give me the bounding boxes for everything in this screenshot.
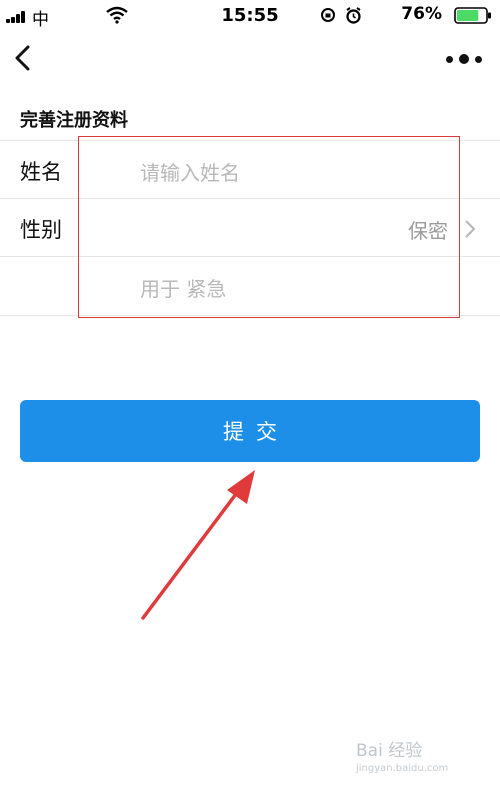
chevron-right-icon	[465, 220, 476, 238]
watermark-sub: jingyan.baidu.com	[356, 763, 449, 774]
rotation-lock-icon	[321, 8, 335, 22]
annotation-arrow-icon	[141, 470, 255, 620]
name-label: 姓名	[20, 160, 62, 184]
battery-icon	[454, 7, 491, 24]
annotation-highlight-box	[78, 136, 460, 318]
alarm-icon	[346, 7, 361, 24]
battery-percent: 76%	[401, 4, 442, 24]
watermark-text: Bai 经验	[356, 741, 423, 761]
status-bar: 中 15:55 76%	[0, 0, 500, 32]
back-chevron-icon[interactable]	[12, 44, 34, 72]
more-menu-button[interactable]	[442, 48, 486, 70]
submit-button[interactable]: 提交	[20, 400, 480, 462]
gender-label: 性别	[20, 218, 62, 242]
section-title: 完善注册资料	[20, 110, 128, 131]
watermark: Bai 经验 jingyan.baidu.com	[356, 736, 448, 774]
